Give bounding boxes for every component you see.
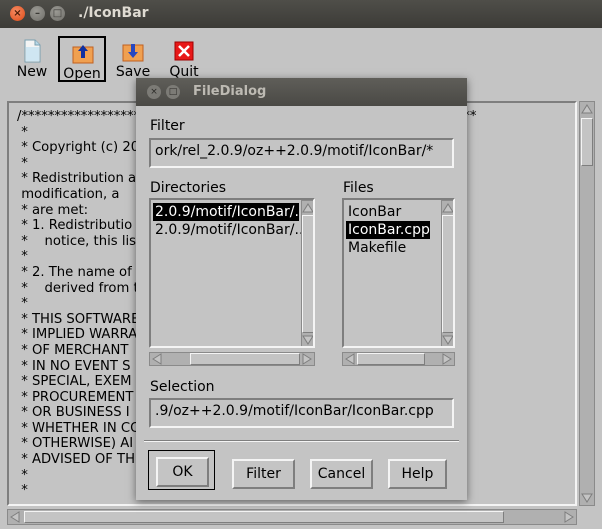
dialog-separator	[144, 440, 459, 442]
file-item[interactable]: IconBar	[346, 203, 401, 221]
ok-button[interactable]: OK	[156, 457, 209, 487]
directories-list[interactable]: 2.0.9/motif/IconBar/. 2.0.9/motif/IconBa…	[149, 198, 315, 348]
scroll-up-arrow-icon[interactable]	[581, 103, 593, 115]
scroll-right-arrow-icon[interactable]	[563, 511, 575, 523]
files-horizontal-scrollbar[interactable]	[342, 352, 455, 366]
directories-label: Directories	[150, 180, 227, 196]
cancel-button[interactable]: Cancel	[310, 459, 373, 489]
minimize-window-icon[interactable]: –	[30, 6, 45, 21]
directories-horizontal-thumb[interactable]	[190, 353, 300, 365]
open-button[interactable]: Open	[58, 36, 106, 82]
file-dialog: × □ FileDialog Filter ork/rel_2.0.9/oz++…	[136, 78, 467, 500]
selection-value: .9/oz++2.0.9/motif/IconBar/IconBar.cpp	[155, 403, 434, 419]
dialog-maximize-icon[interactable]: □	[166, 85, 180, 99]
editor-horizontal-thumb[interactable]	[24, 511, 504, 523]
filter-button[interactable]: Filter	[232, 459, 295, 489]
files-horizontal-thumb[interactable]	[357, 353, 425, 365]
save-button[interactable]: Save	[108, 36, 158, 82]
new-label: New	[16, 64, 48, 80]
dialog-titlebar: × □ FileDialog	[136, 78, 467, 106]
save-icon	[122, 44, 144, 62]
close-window-icon[interactable]: ×	[10, 6, 25, 21]
editor-horizontal-scrollbar[interactable]	[7, 509, 577, 525]
directory-item[interactable]: 2.0.9/motif/IconBar/..	[153, 221, 303, 239]
open-label: Open	[63, 66, 101, 82]
filter-value: ork/rel_2.0.9/oz++2.0.9/motif/IconBar/*	[155, 143, 434, 159]
quit-button[interactable]: Quit	[159, 36, 209, 82]
scroll-down-arrow-icon[interactable]	[442, 334, 454, 346]
files-label: Files	[343, 180, 374, 196]
new-button[interactable]: New	[7, 36, 57, 82]
directories-vertical-thumb[interactable]	[302, 215, 313, 333]
filter-input[interactable]: ork/rel_2.0.9/oz++2.0.9/motif/IconBar/*	[149, 138, 454, 168]
scroll-left-arrow-icon[interactable]	[9, 511, 21, 523]
directories-horizontal-scrollbar[interactable]	[149, 352, 315, 366]
directory-item[interactable]: 2.0.9/motif/IconBar/.	[153, 203, 299, 221]
files-vertical-thumb[interactable]	[442, 215, 453, 333]
scroll-left-arrow-icon[interactable]	[344, 353, 356, 365]
files-vertical-scrollbar[interactable]	[441, 200, 454, 346]
directories-vertical-scrollbar[interactable]	[301, 200, 314, 346]
selection-label: Selection	[150, 379, 215, 395]
maximize-window-icon[interactable]: □	[50, 6, 65, 21]
new-document-icon	[24, 39, 41, 63]
filter-label: Filter	[150, 118, 185, 134]
open-folder-icon	[72, 45, 94, 64]
file-item[interactable]: IconBar.cpp	[346, 221, 430, 239]
window-title: ./IconBar	[78, 5, 149, 21]
scroll-down-arrow-icon[interactable]	[302, 334, 314, 346]
scroll-right-arrow-icon[interactable]	[441, 353, 453, 365]
quit-icon	[174, 41, 194, 61]
scroll-right-arrow-icon[interactable]	[301, 353, 313, 365]
files-list[interactable]: IconBar IconBar.cpp Makefile	[342, 198, 455, 348]
selection-input[interactable]: .9/oz++2.0.9/motif/IconBar/IconBar.cpp	[149, 398, 454, 428]
scroll-up-arrow-icon[interactable]	[442, 202, 454, 214]
toolbar: New Open Save Quit	[0, 28, 602, 84]
dialog-close-icon[interactable]: ×	[147, 85, 161, 99]
help-button[interactable]: Help	[388, 459, 447, 489]
window-titlebar: × – □ ./IconBar	[0, 0, 602, 28]
scroll-down-arrow-icon[interactable]	[581, 492, 593, 504]
dialog-title: FileDialog	[193, 84, 267, 99]
scroll-up-arrow-icon[interactable]	[302, 202, 314, 214]
editor-vertical-scrollbar[interactable]	[579, 101, 595, 506]
editor-vertical-thumb[interactable]	[581, 118, 593, 166]
file-item[interactable]: Makefile	[346, 239, 406, 257]
scroll-left-arrow-icon[interactable]	[151, 353, 163, 365]
